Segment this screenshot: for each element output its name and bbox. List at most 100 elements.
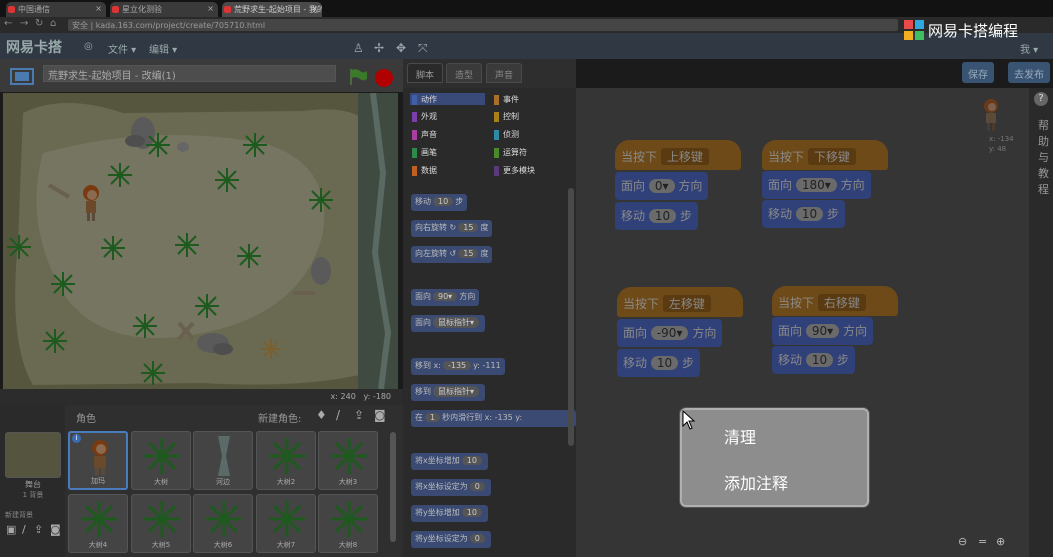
category-more-blocks[interactable]: 更多模块 bbox=[492, 164, 567, 176]
paint-backdrop-icon[interactable]: / bbox=[22, 523, 26, 536]
steps-input[interactable]: 10 bbox=[795, 207, 824, 221]
palette-block[interactable]: 向右旋转 ↻ 15 度 bbox=[411, 220, 493, 237]
move-steps-block[interactable]: 移动 10 步 bbox=[772, 346, 855, 374]
address-input[interactable]: 安全 | kada.163.com/project/create/705710.… bbox=[68, 19, 898, 31]
key-dropdown[interactable]: 下移键 bbox=[807, 148, 856, 165]
steps-input[interactable]: 10 bbox=[648, 209, 677, 223]
sprite-thumb[interactable]: 大树8 bbox=[318, 494, 378, 553]
duplicate-tool-icon[interactable]: ♙ bbox=[353, 41, 364, 55]
palette-block[interactable]: 面向 鼠标指针▾ bbox=[411, 315, 486, 332]
globe-icon[interactable]: ◎ bbox=[84, 41, 93, 52]
publish-button[interactable]: 去发布 bbox=[1008, 62, 1050, 83]
grow-tool-icon[interactable]: ✥ bbox=[396, 41, 406, 55]
user-menu[interactable]: 我 ▾ bbox=[1020, 41, 1038, 56]
sprite-thumb[interactable]: 大树 bbox=[131, 431, 191, 490]
menu-item-clean-up[interactable]: 清理 bbox=[724, 424, 756, 448]
category-motion[interactable]: 动作 bbox=[410, 93, 485, 105]
category-pen[interactable]: 画笔 bbox=[410, 146, 485, 158]
menu-file[interactable]: 文件 ▾ bbox=[108, 41, 136, 56]
move-steps-block[interactable]: 移动 10 步 bbox=[615, 202, 698, 230]
paint-sprite-icon[interactable]: / bbox=[336, 408, 340, 422]
project-title-input[interactable]: 荒野求生-起始项目 - 改编(1) bbox=[43, 65, 336, 82]
choose-backdrop-icon[interactable]: ▣ bbox=[6, 523, 16, 536]
category-data[interactable]: 数据 bbox=[410, 164, 485, 176]
move-steps-block[interactable]: 移动 10 步 bbox=[617, 349, 700, 377]
tab-sounds[interactable]: 声音 bbox=[486, 63, 523, 83]
category-events[interactable]: 事件 bbox=[492, 93, 567, 105]
palette-block[interactable]: 移动 10 步 bbox=[411, 194, 468, 211]
point-direction-block[interactable]: 面向 90▾ 方向 bbox=[772, 317, 873, 345]
menu-item-add-comment[interactable]: 添加注释 bbox=[724, 470, 788, 494]
sprite-thumb[interactable]: 大树7 bbox=[256, 494, 316, 553]
direction-input[interactable]: 180▾ bbox=[795, 178, 837, 192]
when-key-pressed-hat[interactable]: 当按下 下移键 bbox=[762, 140, 888, 170]
direction-input[interactable]: -90▾ bbox=[650, 326, 689, 340]
when-key-pressed-hat[interactable]: 当按下 右移键 bbox=[772, 286, 898, 316]
tab-scripts[interactable]: 脚本 bbox=[407, 63, 444, 83]
category-operators[interactable]: 运算符 bbox=[492, 146, 567, 158]
sprite-thumb[interactable]: 大树3 bbox=[318, 431, 378, 490]
sprite-thumb[interactable]: 大树2 bbox=[256, 431, 316, 490]
browser-tab-2[interactable]: 星立化测验 × bbox=[110, 2, 218, 17]
move-steps-block[interactable]: 移动 10 步 bbox=[762, 200, 845, 228]
palette-scrollbar[interactable] bbox=[568, 188, 574, 446]
stage-canvas[interactable] bbox=[3, 93, 398, 389]
when-key-pressed-hat[interactable]: 当按下 上移键 bbox=[615, 140, 741, 170]
key-dropdown[interactable]: 右移键 bbox=[817, 294, 866, 311]
browser-tab-1[interactable]: 中国通信 × bbox=[6, 2, 106, 17]
forward-icon[interactable]: → bbox=[20, 18, 28, 29]
category-control[interactable]: 控制 bbox=[492, 110, 567, 122]
zoom-reset-icon[interactable]: = bbox=[978, 535, 987, 548]
sprite-thumb[interactable]: 河边 bbox=[193, 431, 253, 490]
reload-icon[interactable]: ↻ bbox=[35, 18, 43, 29]
category-looks[interactable]: 外观 bbox=[410, 110, 485, 122]
category-sensing[interactable]: 侦测 bbox=[492, 128, 567, 140]
palette-block[interactable]: 将x坐标增加 10 bbox=[411, 453, 488, 470]
camera-backdrop-icon[interactable]: ◙ bbox=[50, 523, 61, 536]
camera-sprite-icon[interactable]: ◙ bbox=[374, 408, 386, 422]
palette-block[interactable]: 将y坐标设定为 0 bbox=[411, 531, 491, 548]
green-flag-icon[interactable] bbox=[348, 68, 368, 86]
category-sound[interactable]: 声音 bbox=[410, 128, 485, 140]
palette-block[interactable]: 移到 鼠标指针▾ bbox=[411, 384, 486, 401]
stage-thumbnail[interactable] bbox=[5, 432, 61, 478]
palette-block[interactable]: 移到 x: -135 y: -111 bbox=[411, 358, 505, 375]
steps-input[interactable]: 10 bbox=[805, 353, 834, 367]
sprite-list-scrollbar[interactable] bbox=[390, 432, 396, 542]
zoom-in-icon[interactable]: ⊕ bbox=[996, 535, 1005, 548]
sprite-thumb[interactable]: 大树4 bbox=[68, 494, 128, 553]
save-button[interactable]: 保存 bbox=[962, 62, 994, 83]
home-icon[interactable]: ⌂ bbox=[50, 18, 56, 29]
palette-block[interactable]: 将x坐标设定为 0 bbox=[411, 479, 491, 496]
help-label[interactable]: 帮助与教程 bbox=[1038, 118, 1049, 198]
choose-sprite-icon[interactable]: ♦ bbox=[316, 408, 327, 422]
zoom-out-icon[interactable]: ⊖ bbox=[958, 535, 967, 548]
upload-backdrop-icon[interactable]: ⇪ bbox=[34, 523, 43, 536]
sprite-thumb[interactable]: 大树5 bbox=[131, 494, 191, 553]
key-dropdown[interactable]: 上移键 bbox=[660, 148, 709, 165]
tab-costumes[interactable]: 造型 bbox=[446, 63, 483, 83]
browser-tab-3[interactable]: 荒野求生-起始项目 - 我的 × bbox=[222, 2, 322, 17]
steps-input[interactable]: 10 bbox=[650, 356, 679, 370]
cut-tool-icon[interactable]: ✢ bbox=[374, 41, 384, 55]
menu-edit[interactable]: 编辑 ▾ bbox=[149, 41, 177, 56]
direction-input[interactable]: 90▾ bbox=[805, 324, 840, 338]
palette-block[interactable]: 向左旋转 ↺ 15 度 bbox=[411, 246, 493, 263]
sprite-thumb[interactable]: i 加玛 bbox=[68, 431, 128, 490]
key-dropdown[interactable]: 左移键 bbox=[662, 295, 711, 312]
palette-block[interactable]: 在 1 秒内滑行到 x: -135 y: bbox=[411, 410, 576, 427]
stop-icon[interactable] bbox=[374, 68, 394, 88]
point-direction-block[interactable]: 面向 180▾ 方向 bbox=[762, 171, 871, 199]
point-direction-block[interactable]: 面向 -90▾ 方向 bbox=[617, 319, 723, 347]
direction-input[interactable]: 0▾ bbox=[648, 179, 675, 193]
info-icon[interactable]: i bbox=[72, 434, 81, 443]
palette-block[interactable]: 将y坐标增加 10 bbox=[411, 505, 488, 522]
when-key-pressed-hat[interactable]: 当按下 左移键 bbox=[617, 287, 743, 317]
help-icon[interactable]: ? bbox=[1034, 92, 1048, 106]
palette-block[interactable]: 面向 90▾ 方向 bbox=[411, 289, 480, 306]
upload-sprite-icon[interactable]: ⇪ bbox=[354, 408, 364, 422]
shrink-tool-icon[interactable]: ⤧ bbox=[418, 41, 428, 56]
sprite-thumb[interactable]: 大树6 bbox=[193, 494, 253, 553]
back-icon[interactable]: ← bbox=[4, 18, 12, 29]
fullscreen-icon[interactable] bbox=[9, 66, 35, 88]
